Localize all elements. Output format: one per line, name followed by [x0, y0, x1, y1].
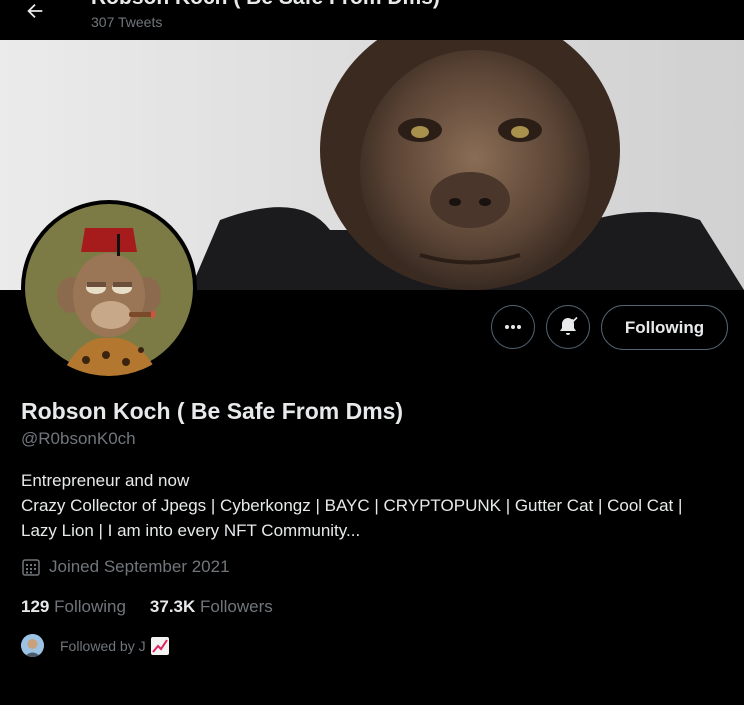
profile-name: Robson Koch ( Be Safe From Dms) [21, 398, 404, 424]
following-button[interactable]: Following [601, 305, 728, 350]
follow-stats: 129 Following 37.3K Followers [21, 597, 273, 617]
bio-line: Crazy Collector of Jpegs | Cyberkongz | … [21, 496, 683, 515]
header-title: Robson Koch ( Be Safe From Dms) [91, 0, 440, 10]
joined-date: Joined September 2021 [21, 557, 230, 577]
following-stat[interactable]: 129 Following [21, 597, 126, 617]
more-icon [505, 325, 521, 329]
followed-by-text: Followed by J [60, 637, 146, 654]
back-button[interactable] [20, 0, 50, 26]
followers-label: Followers [200, 597, 273, 616]
tweet-count: 307 Tweets [91, 14, 163, 30]
following-label: Following [54, 597, 126, 616]
follower-avatar [21, 634, 44, 657]
notifications-button[interactable] [546, 305, 590, 349]
bell-check-icon [560, 316, 578, 335]
profile-avatar[interactable] [21, 200, 197, 376]
bio-line: Lazy Lion | I am into every NFT Communit… [21, 521, 361, 540]
profile-handle: @R0bsonK0ch [21, 429, 136, 448]
following-count: 129 [21, 597, 50, 616]
chart-increasing-emoji [150, 636, 169, 655]
profile-bio: Entrepreneur and now Crazy Collector of … [21, 468, 741, 543]
more-button[interactable] [491, 305, 535, 349]
followers-count: 37.3K [149, 597, 196, 616]
followed-by[interactable]: Followed by J [21, 634, 170, 657]
followers-stat[interactable]: 37.3K Followers [150, 597, 273, 617]
joined-text: Joined September 2021 [49, 557, 230, 576]
profile-header-bar: Robson Koch ( Be Safe From Dms) 307 Twee… [0, 0, 744, 40]
calendar-icon [22, 559, 40, 576]
arrow-left-icon [27, 3, 43, 19]
bio-line: Entrepreneur and now [21, 471, 190, 490]
